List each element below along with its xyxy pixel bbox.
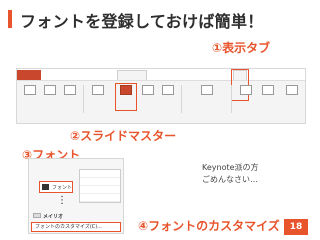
ribbon-tab: [45, 70, 59, 80]
ribbon-button: [21, 85, 39, 96]
callout-slide-master: ②スライドマスター: [70, 129, 177, 143]
ribbon-separator: [83, 85, 84, 113]
font-list: [79, 169, 121, 203]
font-icon: [42, 184, 49, 190]
ribbon-button: [87, 85, 109, 96]
ribbon-tab-slide-master: [117, 70, 147, 80]
ribbon-tab: [63, 70, 77, 80]
ribbon-tab-bar: [17, 69, 305, 81]
title-accent-bar: [8, 10, 12, 28]
font-list-item: [80, 170, 120, 178]
note-text: Keynote派の方 ごめんなさい…: [202, 162, 259, 186]
ribbon-tab: [185, 70, 209, 80]
font-meiryo-item: メイリオ: [43, 214, 64, 220]
ribbon-tab: [81, 70, 101, 80]
ribbon-button: [281, 85, 303, 96]
ribbon-button: [159, 85, 177, 96]
font-button-label: フォント: [52, 185, 73, 191]
font-list-item: [80, 186, 120, 194]
ribbon-separator: [181, 85, 182, 113]
callout-customize-fonts: ④フォントのカスタマイズ: [138, 219, 280, 233]
ribbon-button: [41, 85, 59, 96]
ribbon-button: [237, 85, 255, 96]
ribbon-separator: [231, 85, 232, 113]
ribbon-button: [187, 85, 227, 96]
page-number: 18: [284, 219, 308, 235]
ribbon-tab: [153, 70, 181, 80]
ellipsis-icon: ⋮: [57, 195, 67, 206]
font-sample-icon: [33, 213, 41, 218]
customize-fonts-item: フォントのカスタマイズ(C)...: [31, 222, 121, 232]
ribbon-button: [61, 85, 79, 96]
font-dropdown-screenshot: フォント ⋮ メイリオ フォントのカスタマイズ(C)...: [28, 158, 124, 234]
note-line-2: ごめんなさい…: [202, 175, 258, 184]
ribbon-tab-file: [17, 70, 41, 80]
callout-view-tab: ①表示タブ: [212, 41, 271, 55]
font-list-item: [80, 178, 120, 186]
slide-master-highlight: [115, 83, 137, 111]
note-line-1: Keynote派の方: [202, 163, 259, 172]
font-list-item: [80, 194, 120, 202]
ribbon-tab: [213, 70, 227, 80]
ribbon-screenshot: [16, 68, 306, 124]
ribbon-button: [139, 85, 157, 96]
font-button-highlight: フォント: [39, 181, 73, 193]
ribbon-button: [259, 85, 277, 96]
slide-title: フォントを登録しておけば簡単！: [20, 12, 264, 31]
